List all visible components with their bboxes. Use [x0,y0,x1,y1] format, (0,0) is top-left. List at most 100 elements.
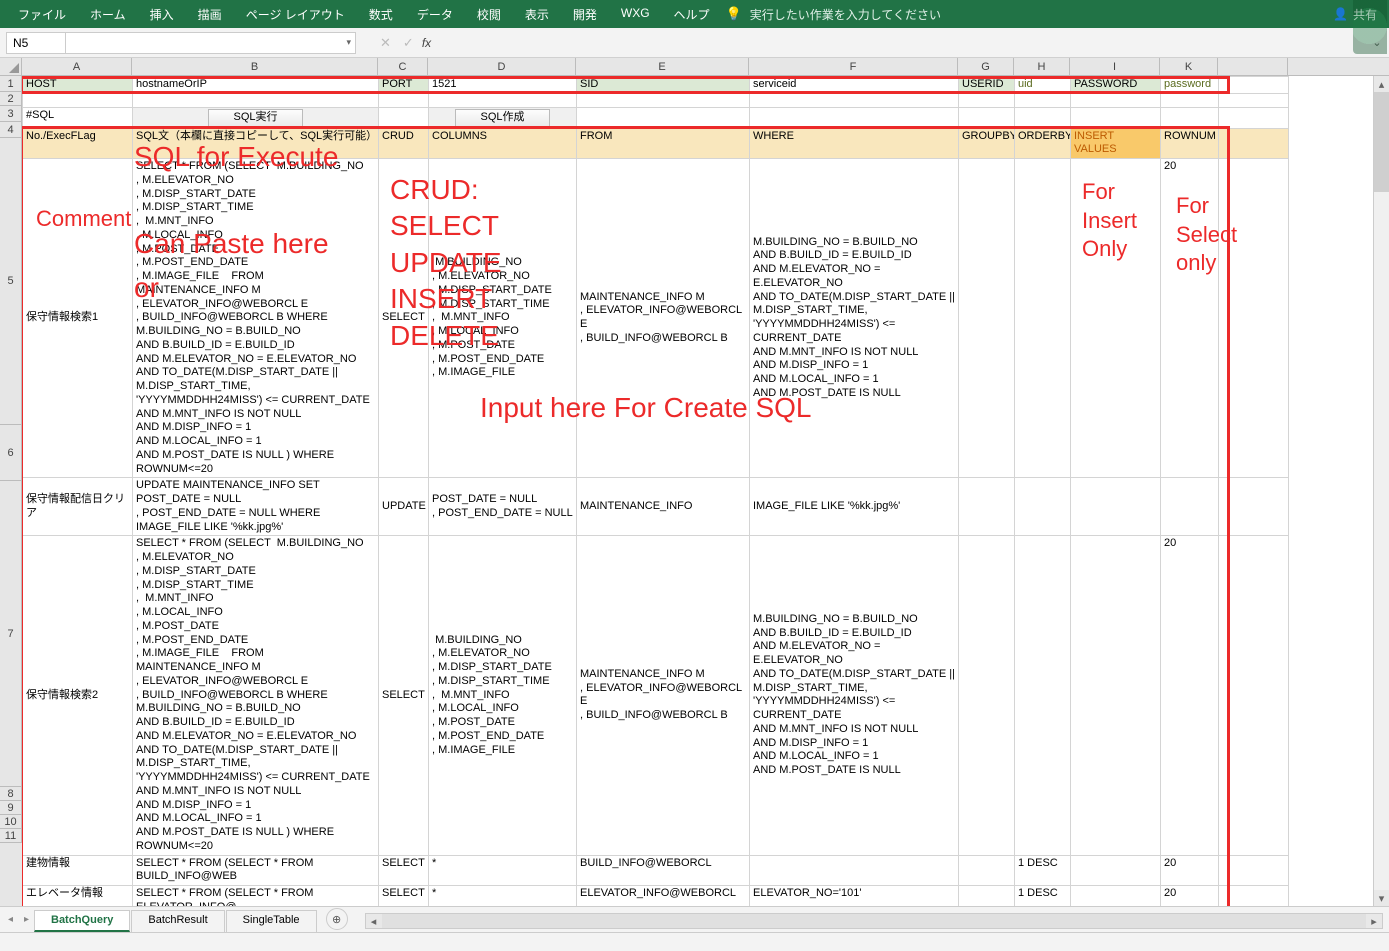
row-b[interactable]: UPDATE MAINTENANCE_INFO SET POST_DATE = … [133,478,379,536]
cell-blank[interactable] [1015,107,1071,128]
cells-viewport[interactable]: HOSThostnameOrIPPORT1521SIDserviceidUSER… [22,76,1389,906]
row-g[interactable] [959,886,1015,907]
ribbon-tab-校閲[interactable]: 校閲 [465,6,513,23]
sheet-nav-arrows[interactable]: ◂ ▸ [4,906,33,932]
row-k[interactable]: 20 [1161,536,1219,855]
scroll-thumb-v[interactable] [1374,92,1389,192]
row-k[interactable]: 20 [1161,855,1219,886]
formula-input[interactable] [437,32,1365,54]
horizontal-scrollbar[interactable]: ◂ ▸ [365,913,1383,929]
hdr-rownum[interactable]: ROWNUM [1161,128,1219,159]
cell-blank[interactable] [429,93,577,107]
row-g[interactable] [959,536,1015,855]
sheet-tab-BatchResult[interactable]: BatchResult [131,910,224,932]
row-h[interactable] [1015,159,1071,478]
cell-sql-marker[interactable]: #SQL [23,107,133,128]
row-header-11[interactable]: 11 [0,829,22,843]
hdr-D[interactable]: COLUMNS [429,128,577,159]
cell-blank[interactable] [750,93,959,107]
sql-create-button[interactable]: SQL作成 [429,107,577,128]
row-header-1[interactable]: 1 [0,76,22,92]
cell-blank[interactable] [959,107,1015,128]
cell-blank[interactable] [1219,159,1289,478]
cell-blank[interactable] [23,93,133,107]
row-e[interactable]: MAINTENANCE_INFO [577,478,750,536]
cell-blank[interactable] [577,93,750,107]
ribbon-tab-WXG[interactable]: WXG [609,6,662,20]
row-i[interactable] [1071,159,1161,478]
hdr-E[interactable]: FROM [577,128,750,159]
row-d[interactable]: * [429,886,577,907]
formula-bar-expand-icon[interactable]: ⌄ [1365,36,1389,49]
row-c[interactable]: UPDATE [379,478,429,536]
row-a[interactable]: エレベータ情報 [23,886,133,907]
cell-host-label[interactable]: HOST [23,77,133,94]
row-g[interactable] [959,478,1015,536]
row-d[interactable]: M.BUILDING_NO , M.ELEVATOR_NO , M.DISP_S… [429,536,577,855]
ribbon-tab-ページ レイアウト[interactable]: ページ レイアウト [234,6,357,23]
ribbon-tab-ヘルプ[interactable]: ヘルプ [662,6,722,23]
cell-port-value[interactable]: 1521 [429,77,577,94]
cell-blank[interactable] [1219,93,1289,107]
row-h[interactable] [1015,536,1071,855]
row-a[interactable]: 建物情報 [23,855,133,886]
row-header-3[interactable]: 3 [0,106,22,122]
prev-sheet-icon[interactable]: ◂ [4,914,17,925]
next-sheet-icon[interactable]: ▸ [20,914,33,925]
row-d[interactable]: * [429,855,577,886]
hdr-C[interactable]: CRUD [379,128,429,159]
tell-me-field[interactable]: 実行したい作業を入力してください [742,6,949,23]
row-k[interactable]: 20 [1161,159,1219,478]
col-header-I[interactable]: I [1070,58,1160,75]
fx-icon[interactable]: fx [422,36,431,50]
cell-blank[interactable] [750,107,959,128]
hdr-H[interactable]: ORDERBY [1015,128,1071,159]
row-b[interactable]: SELECT * FROM (SELECT M.BUILDING_NO , M.… [133,159,379,478]
name-box[interactable]: N5 [6,32,66,54]
row-b[interactable]: SELECT * FROM (SELECT * FROM ELEVATOR_IN… [133,886,379,907]
row-d[interactable]: M.BUILDING_NO , M.ELEVATOR_NO , M.DISP_S… [429,159,577,478]
row-h[interactable]: 1 DESC [1015,855,1071,886]
cell-userid-value[interactable]: uid [1015,77,1071,94]
vertical-scrollbar[interactable]: ▴ ▾ [1373,76,1389,906]
row-header-2[interactable]: 2 [0,92,22,106]
col-header-K[interactable]: K [1160,58,1218,75]
share-button[interactable]: 👤 共有 [1321,6,1389,23]
cell-blank[interactable] [1161,93,1219,107]
cell-blank[interactable] [1219,107,1289,128]
cell-blank[interactable] [1161,107,1219,128]
row-a[interactable]: 保守情報検索1 [23,159,133,478]
row-c[interactable]: SELECT [379,855,429,886]
col-header-E[interactable]: E [576,58,749,75]
cell-sid-label[interactable]: SID [577,77,750,94]
row-h[interactable]: 1 DESC [1015,886,1071,907]
cell-blank[interactable] [1015,93,1071,107]
cell-blank[interactable] [577,107,750,128]
ribbon-tab-データ[interactable]: データ [405,6,465,23]
scroll-right-icon[interactable]: ▸ [1366,914,1382,928]
row-i[interactable] [1071,886,1161,907]
sheet-tab-BatchQuery[interactable]: BatchQuery [34,910,130,932]
hdr-F[interactable]: WHERE [750,128,959,159]
cell-blank[interactable] [1071,107,1161,128]
cell-password-label[interactable]: PASSWORD [1071,77,1161,94]
cell-blank[interactable] [379,93,429,107]
enter-icon[interactable]: ✓ [403,35,414,51]
row-g[interactable] [959,855,1015,886]
cell-blank[interactable] [1219,128,1289,159]
cell-blank[interactable] [1071,93,1161,107]
sheet-tab-SingleTable[interactable]: SingleTable [226,910,317,932]
row-header-8[interactable]: 8 [0,787,22,801]
row-header-7[interactable]: 7 [0,481,22,787]
row-header-5[interactable]: 5 [0,138,22,425]
ribbon-tab-ファイル[interactable]: ファイル [6,6,78,23]
row-e[interactable]: ELEVATOR_INFO@WEBORCL [577,886,750,907]
cell-blank[interactable] [1219,886,1289,907]
cell-sid-value[interactable]: serviceid [750,77,959,94]
row-b[interactable]: SELECT * FROM (SELECT M.BUILDING_NO , M.… [133,536,379,855]
row-h[interactable] [1015,478,1071,536]
row-header-10[interactable]: 10 [0,815,22,829]
cell-blank[interactable] [1219,478,1289,536]
row-e[interactable]: BUILD_INFO@WEBORCL [577,855,750,886]
row-header-9[interactable]: 9 [0,801,22,815]
